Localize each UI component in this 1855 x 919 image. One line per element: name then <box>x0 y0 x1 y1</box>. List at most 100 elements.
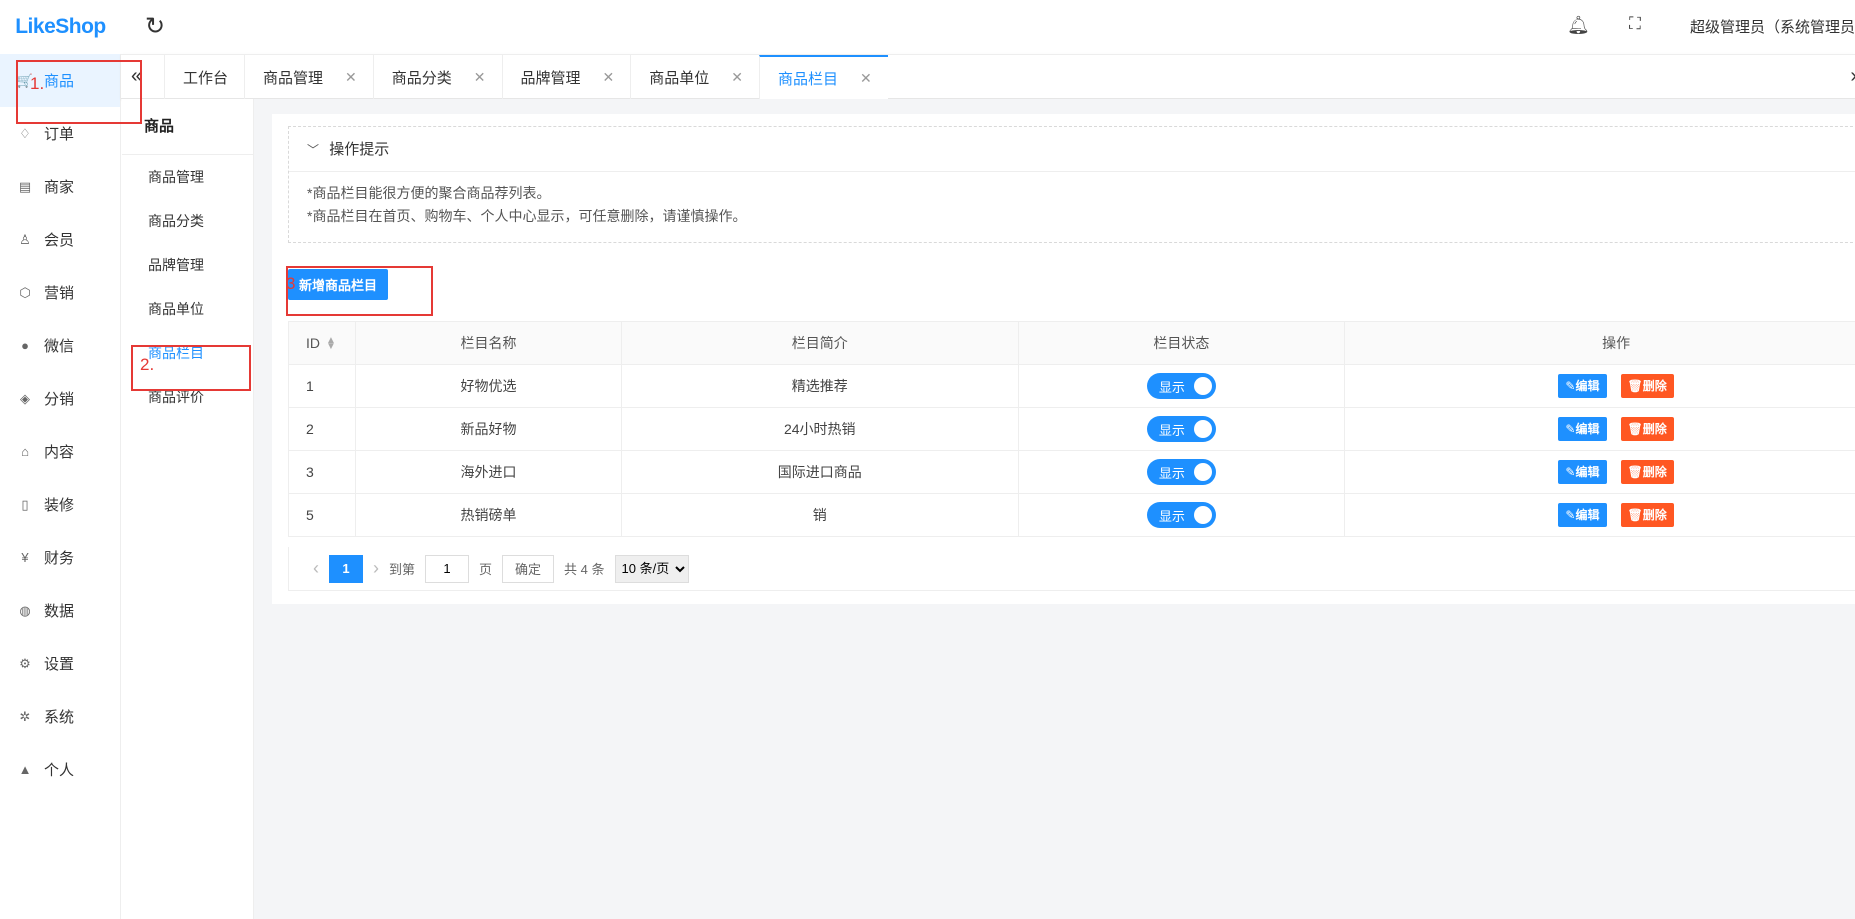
table-row: 1 好物优选 精选推荐 显示 ✎编辑 🗑︎删除 <box>288 364 1855 408</box>
tab-4[interactable]: 商品单位 ✕ <box>630 55 759 99</box>
chevron-down-icon: ﹀ <box>307 143 320 157</box>
main-nav-item-6[interactable]: ◈ 分销 <box>0 372 120 425</box>
cell-name: 热销磅单 <box>355 493 622 537</box>
delete-button[interactable]: 🗑︎删除 <box>1620 503 1674 527</box>
edit-button[interactable]: ✎编辑 <box>1558 460 1607 484</box>
cell-status: 显示 <box>1017 364 1346 408</box>
main-nav-item-4[interactable]: ⬡ 营销 <box>0 266 120 319</box>
main-nav-item-8[interactable]: ▯ 装修 <box>0 478 120 531</box>
main-nav-item-9[interactable]: ¥ 财务 <box>0 531 120 584</box>
goto-label: 到第 <box>389 562 416 577</box>
main-nav-item-10[interactable]: ◍ 数据 <box>0 584 120 637</box>
close-icon[interactable]: ✕ <box>731 69 743 86</box>
main-nav-label: 内容 <box>44 444 75 461</box>
tab-label: 工作台 <box>183 69 229 87</box>
close-icon[interactable]: ✕ <box>860 70 872 87</box>
main-nav-item-13[interactable]: ▲ 个人 <box>0 743 120 796</box>
edit-button[interactable]: ✎编辑 <box>1558 417 1607 441</box>
status-toggle[interactable]: 显示 <box>1146 373 1216 399</box>
sub-nav-item-5[interactable]: 商品评价 <box>122 375 253 419</box>
edit-button[interactable]: ✎编辑 <box>1558 503 1607 527</box>
tab-5[interactable]: 商品栏目 ✕ <box>759 55 888 99</box>
goto-confirm-button[interactable]: 确定 <box>502 554 555 583</box>
top-header: ↻ 🔔︎ ⛶ 超级管理员（系统管理员 <box>121 0 1855 54</box>
tab-2[interactable]: 商品分类 ✕ <box>372 55 502 99</box>
sub-nav-item-1[interactable]: 商品分类 <box>122 199 253 243</box>
cell-id: 5 <box>288 493 356 537</box>
main-nav-item-12[interactable]: ✲ 系统 <box>0 690 120 743</box>
edit-button[interactable]: ✎编辑 <box>1558 374 1607 398</box>
pencil-icon: ✎ <box>1565 379 1576 393</box>
tabs-next-icon[interactable]: › <box>1850 65 1855 88</box>
sort-icon[interactable]: ▲ ▼ <box>326 336 336 352</box>
tabs-prev-icon[interactable]: « <box>131 65 142 88</box>
tab-label: 品牌管理 <box>520 69 581 87</box>
delete-button[interactable]: 🗑︎删除 <box>1620 374 1674 398</box>
fullscreen-icon[interactable]: ⛶ <box>1629 14 1641 34</box>
main-nav-item-0[interactable]: 🛒 商品 <box>0 54 120 107</box>
sub-nav-item-2[interactable]: 品牌管理 <box>122 243 253 287</box>
main-nav-item-7[interactable]: ⌂ 内容 <box>0 425 120 478</box>
main-nav-label: 微信 <box>44 338 75 355</box>
main-nav-label: 商家 <box>44 179 75 196</box>
main-nav-item-5[interactable]: ● 微信 <box>0 319 120 372</box>
delete-button[interactable]: 🗑︎删除 <box>1620 460 1674 484</box>
tab-1[interactable]: 商品管理 ✕ <box>244 55 373 99</box>
per-page-select[interactable]: 10 条/页 <box>614 554 689 583</box>
box-icon: ⬡ <box>19 284 31 300</box>
tab-label: 商品栏目 <box>778 70 839 88</box>
table-row: 2 新品好物 24小时热销 显示 ✎编辑 🗑︎删除 <box>288 407 1855 451</box>
status-toggle[interactable]: 显示 <box>1146 502 1216 528</box>
close-icon[interactable]: ✕ <box>603 69 615 86</box>
tips-panel: ﹀ 操作提示 *商品栏目能很方便的聚合商品荐列表。 *商品栏目在首页、购物车、个… <box>288 126 1855 243</box>
main-nav-item-3[interactable]: ♙ 会员 <box>0 213 120 266</box>
tab-3[interactable]: 品牌管理 ✕ <box>501 55 631 99</box>
tab-label: 商品分类 <box>391 69 452 87</box>
page-label: 页 <box>479 562 493 577</box>
pencil-icon: ✎ <box>1565 422 1576 436</box>
main-nav-item-2[interactable]: ▤ 商家 <box>0 160 120 213</box>
main-nav-label: 会员 <box>44 232 75 249</box>
close-icon[interactable]: ✕ <box>474 69 486 86</box>
main-nav-label: 设置 <box>44 656 75 673</box>
main-nav-item-1[interactable]: ♢ 订单 <box>0 107 120 160</box>
globe-icon: ◍ <box>19 602 31 618</box>
main-nav-label: 订单 <box>44 126 75 143</box>
delete-button[interactable]: 🗑︎删除 <box>1620 417 1674 441</box>
current-page[interactable]: 1 <box>329 554 363 583</box>
cell-desc: 24小时热销 <box>620 407 1019 451</box>
sub-nav-item-0[interactable]: 商品管理 <box>122 155 253 199</box>
main-nav-item-11[interactable]: ⚙ 设置 <box>0 637 120 690</box>
annotation-label-1: 1. <box>30 74 45 93</box>
tab-0[interactable]: 工作台 <box>164 55 244 99</box>
tabs: 工作台 商品管理 ✕ 商品分类 ✕ 品牌管理 ✕ 商品单位 ✕ 商品栏目 ✕ <box>164 55 888 99</box>
tips-toggle[interactable]: ﹀ 操作提示 <box>289 127 1855 172</box>
status-toggle[interactable]: 显示 <box>1146 459 1216 485</box>
status-toggle[interactable]: 显示 <box>1146 416 1216 442</box>
add-column-button[interactable]: 新增商品栏目 <box>288 269 388 300</box>
close-icon[interactable]: ✕ <box>345 69 357 86</box>
bell-icon[interactable]: 🔔︎ <box>1567 15 1590 36</box>
annotation-label-3: 3 <box>286 274 296 293</box>
table-row: 5 热销磅单销 显示 ✎编辑 🗑︎删除 <box>288 493 1855 537</box>
sub-nav-item-3[interactable]: 商品单位 <box>122 287 253 331</box>
tips-line-2: *商品栏目在首页、购物车、个人中心显示，可任意删除，请谨慎操作。 <box>307 208 747 224</box>
header-id[interactable]: ID ▲ ▼ <box>288 321 356 365</box>
goto-page-input[interactable] <box>425 554 470 583</box>
column-table: ID ▲ ▼ 栏目名称 栏目简介 栏目状态 操作 1 好物优选 精选推荐 显示 ✎编辑 🗑︎删… <box>288 321 1855 537</box>
refresh-icon[interactable]: ↻ <box>145 12 165 41</box>
user-menu[interactable]: 超级管理员（系统管理员 <box>1690 16 1855 37</box>
next-page-icon[interactable]: › <box>373 558 379 579</box>
prev-page-icon[interactable]: ‹ <box>313 558 319 579</box>
header-status: 栏目状态 <box>1017 321 1346 365</box>
store-icon: ▤ <box>18 178 32 194</box>
user-icon: ♙ <box>19 231 31 247</box>
main-content: ﹀ 操作提示 *商品栏目能很方便的聚合商品荐列表。 *商品栏目在首页、购物车、个… <box>254 99 1855 919</box>
trash-icon: 🗑︎ <box>1627 379 1643 393</box>
cell-desc: 销 <box>620 493 1019 537</box>
pagination: ‹ 1 › 到第 页 确定 共 4 条 10 条/页 <box>288 547 1855 591</box>
content-icon: ⌂ <box>21 444 29 459</box>
trash-icon: 🗑︎ <box>1627 465 1643 479</box>
main-nav-label: 商品 <box>44 73 75 90</box>
phone-icon: ▯ <box>21 496 29 512</box>
